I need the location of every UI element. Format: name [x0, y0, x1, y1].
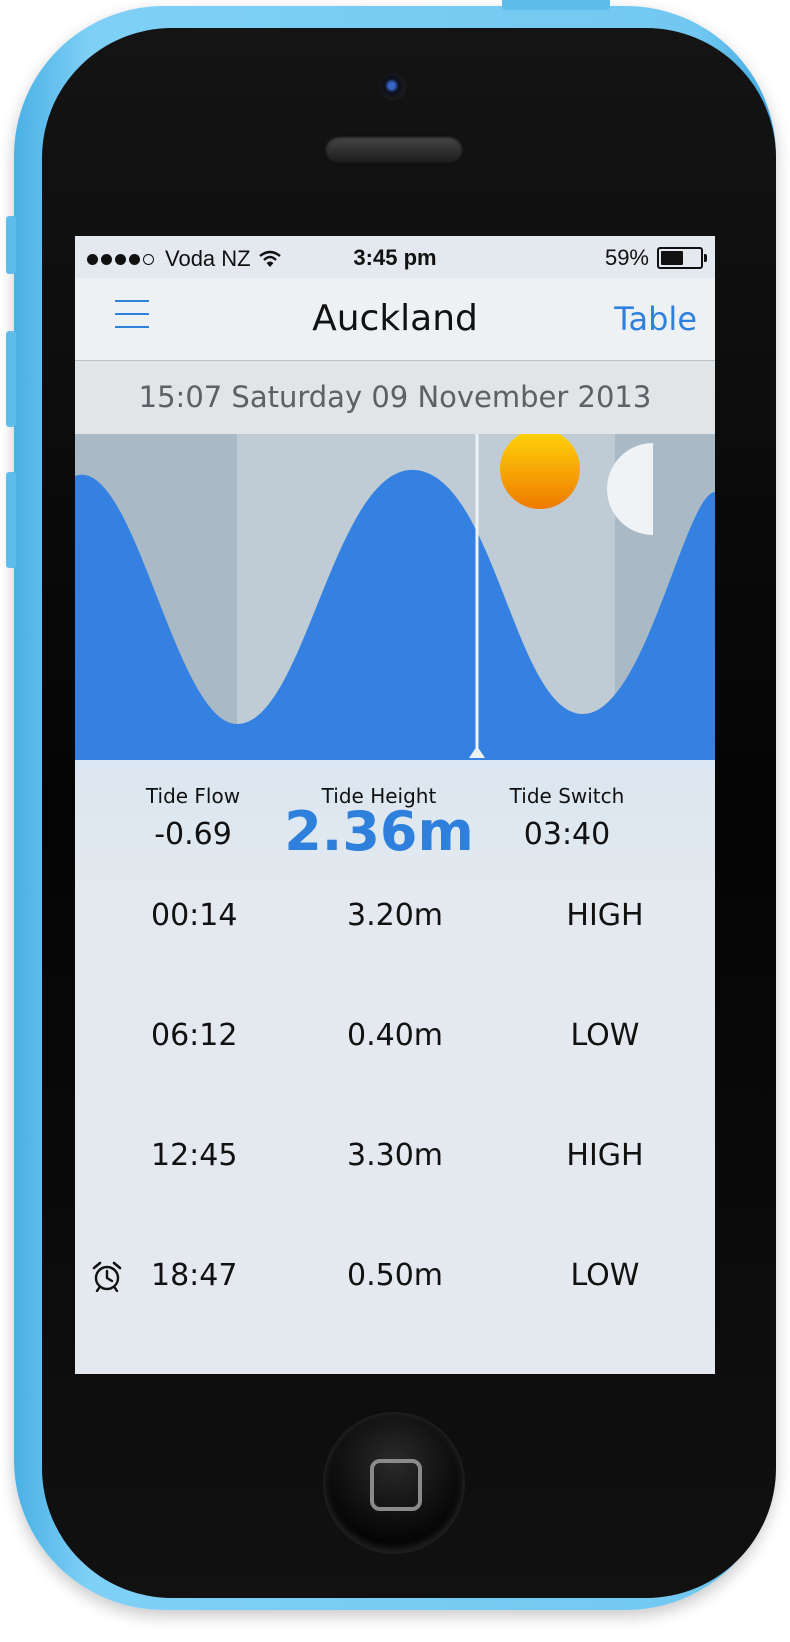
- tide-row[interactable]: 18:47 0.50m LOW: [75, 1216, 715, 1336]
- status-bar: Voda NZ 3:45 pm 59%: [75, 236, 715, 278]
- power-button: [502, 0, 610, 10]
- alarm-clock-icon[interactable]: [91, 1260, 123, 1292]
- tide-row[interactable]: 06:12 0.40m LOW: [75, 976, 715, 1096]
- earpiece-speaker: [325, 135, 463, 163]
- tide-type: HIGH: [566, 898, 644, 933]
- tide-time: 12:45: [151, 1138, 238, 1173]
- home-square-icon: [370, 1459, 422, 1511]
- tide-type: HIGH: [566, 1138, 644, 1173]
- home-button[interactable]: [325, 1414, 463, 1552]
- tide-height: 3.30m: [346, 1138, 444, 1173]
- tide-height: 0.50m: [346, 1258, 444, 1293]
- nav-bar: Auckland Table: [75, 278, 715, 361]
- side-button-mute: [6, 216, 16, 274]
- battery-cap: [704, 254, 707, 262]
- date-label: 15:07 Saturday 09 November 2013: [75, 361, 715, 434]
- tide-row[interactable]: 12:45 3.30m HIGH: [75, 1096, 715, 1216]
- tide-type: LOW: [570, 1258, 640, 1293]
- tide-switch-value: 03:40: [523, 817, 611, 852]
- table-button[interactable]: Table: [614, 300, 697, 338]
- battery-percent: 59%: [604, 245, 649, 270]
- tide-time: 00:14: [151, 898, 238, 933]
- tide-height: 0.40m: [346, 1018, 444, 1053]
- side-button-volume-down: [6, 472, 16, 568]
- tide-type: LOW: [570, 1018, 640, 1053]
- battery-icon: [657, 247, 707, 269]
- status-right: 59%: [604, 245, 707, 271]
- tide-chart[interactable]: [75, 434, 715, 760]
- front-camera-icon: [380, 74, 406, 100]
- side-button-volume-up: [6, 331, 16, 427]
- tide-switch-label: Tide Switch: [509, 784, 625, 808]
- tide-time: 06:12: [151, 1018, 238, 1053]
- battery-level: [661, 251, 683, 265]
- app-screen: Voda NZ 3:45 pm 59% Auckland Table 15:07…: [75, 236, 715, 1374]
- tide-time: 18:47: [151, 1258, 238, 1293]
- tide-chart-svg: [75, 434, 715, 760]
- tide-height: 3.20m: [346, 898, 444, 933]
- tide-row[interactable]: 00:14 3.20m HIGH: [75, 856, 715, 976]
